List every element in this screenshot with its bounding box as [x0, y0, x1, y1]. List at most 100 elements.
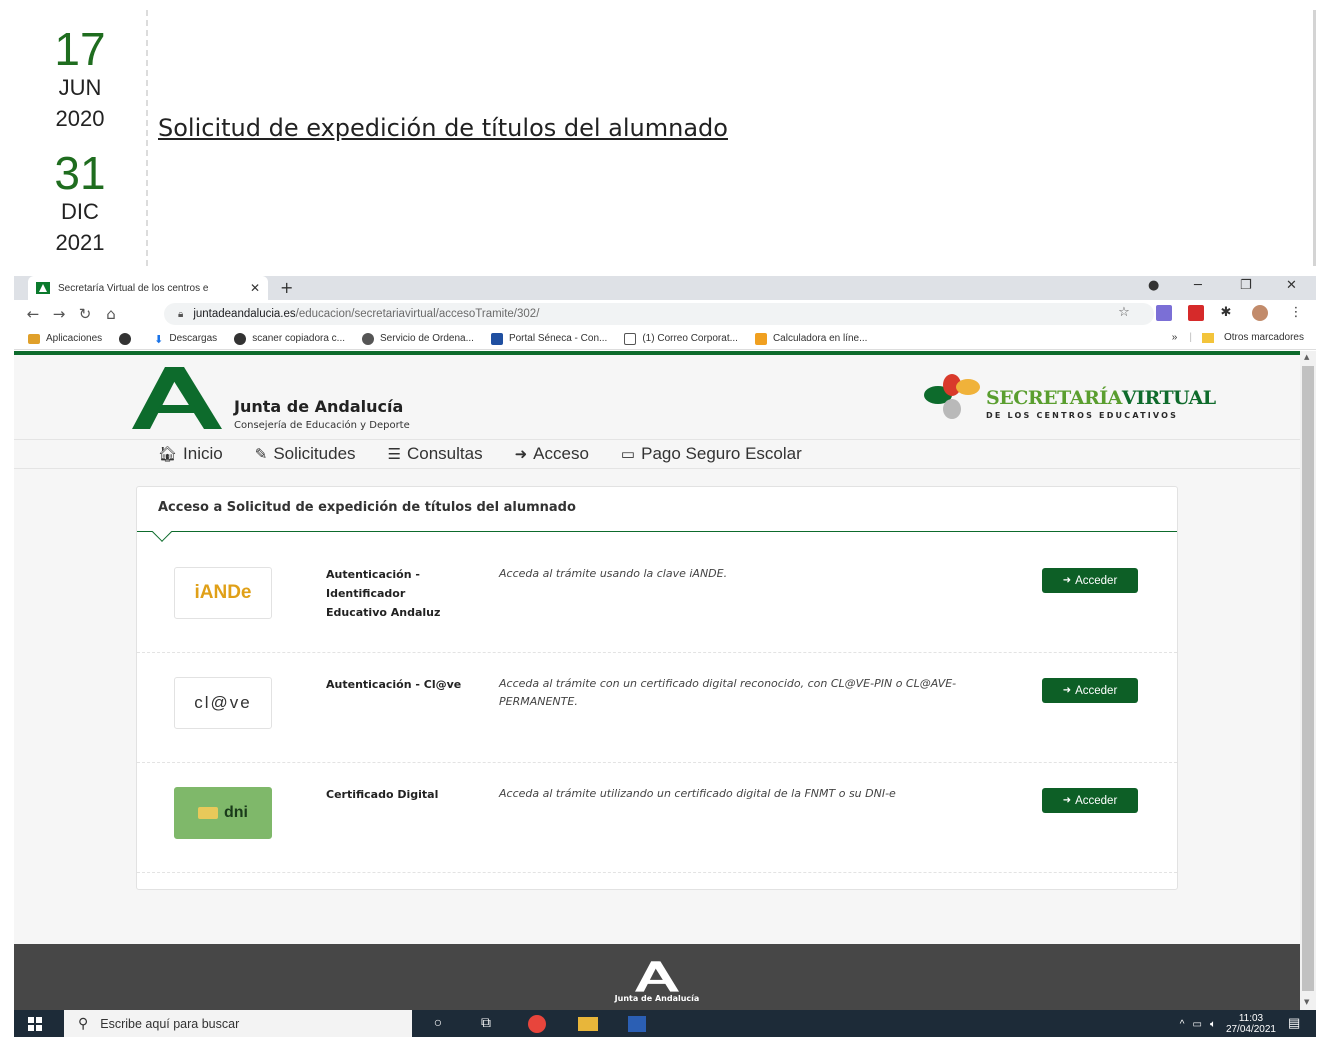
scroll-down-icon[interactable]: ▼ — [1304, 998, 1309, 1006]
nav-acceso[interactable]: ➜ Acceso — [515, 444, 589, 464]
sign-in-icon: ➜ — [1062, 575, 1072, 586]
junta-andalucia-logo-icon[interactable] — [132, 365, 222, 429]
method-name: Certificado Digital — [326, 788, 439, 801]
start-year: 2020 — [55, 106, 105, 131]
page-scrollbar[interactable]: ▲ ▼ — [1300, 351, 1316, 1010]
extension-icon[interactable] — [1156, 305, 1172, 321]
scroll-thumb[interactable] — [1302, 366, 1314, 991]
sign-in-icon: ➜ — [514, 446, 528, 463]
acceder-clave-button[interactable]: ➜ Acceder — [1042, 678, 1138, 703]
tab-close-icon[interactable]: ✕ — [250, 281, 260, 295]
bookmark-scaner[interactable]: scaner copiadora c... — [234, 332, 345, 345]
home-icon: 🏠︎ — [158, 446, 178, 463]
page-viewport: Junta de Andalucía Consejería de Educaci… — [14, 351, 1300, 1010]
start-day: 17 — [54, 23, 106, 75]
bookmarks-overflow[interactable]: » — [1172, 332, 1178, 343]
secretaria-virtual-logo-icon[interactable] — [922, 373, 988, 423]
new-tab-icon[interactable]: + — [280, 278, 293, 297]
chip-icon — [198, 807, 218, 819]
chrome-icon[interactable] — [528, 1015, 546, 1033]
clock[interactable]: 11:03 27/04/2021 — [1226, 1013, 1276, 1035]
windows-start-icon[interactable] — [28, 1017, 42, 1031]
other-bookmarks[interactable]: Otros marcadores — [1224, 332, 1304, 343]
reload-icon[interactable]: ↻ — [72, 305, 98, 323]
nav-inicio[interactable]: 🏠︎ Inicio — [158, 444, 223, 464]
back-icon[interactable]: ← — [20, 305, 46, 323]
taskbar-search[interactable]: ⚲ Escribe aquí para buscar — [64, 1010, 412, 1037]
start-date: 17 JUN 2020 — [40, 26, 120, 134]
restore-icon[interactable]: ❐ — [1240, 278, 1252, 293]
access-method-certificado: dni Certificado Digital Acceda al trámit… — [137, 763, 1177, 873]
junta-favicon-icon — [36, 282, 50, 294]
network-icon[interactable]: ▭ — [1192, 1019, 1201, 1030]
tray-chevron-icon[interactable]: ^ — [1180, 1019, 1185, 1030]
taskbar-search-placeholder: Escribe aquí para buscar — [100, 1016, 240, 1031]
sign-in-icon: ➜ — [1062, 685, 1072, 696]
acceder-iande-button[interactable]: ➜ Acceder — [1042, 568, 1138, 593]
calculator-icon — [754, 332, 767, 345]
menu-kebab-icon[interactable]: ⋮ — [1288, 305, 1304, 321]
globe-icon — [119, 332, 132, 345]
sv-title: SECRETARÍAVIRTUAL — [986, 387, 1216, 409]
nav-solicitudes[interactable]: ✎ Solicitudes — [255, 444, 356, 464]
end-date: 31 DIC 2021 — [40, 150, 120, 258]
date-divider — [146, 10, 148, 266]
bookmark-seneca[interactable]: Portal Séneca - Con... — [490, 332, 607, 345]
bookmark-calculadora[interactable]: Calculadora en líne... — [754, 332, 867, 345]
address-bar[interactable]: 🔒︎ juntadeandalucia.es/educacion/secreta… — [164, 303, 1154, 325]
windows-taskbar: ⚲ Escribe aquí para buscar ○ ⧉ ^ ▭ 🔈︎ 11… — [14, 1010, 1316, 1037]
acceder-certificado-button[interactable]: ➜ Acceder — [1042, 788, 1138, 813]
clave-logo-text: cl@ve — [194, 693, 252, 712]
bookmarks-right: » | Otros marcadores — [1172, 332, 1304, 343]
panel-caret — [152, 522, 172, 542]
browser-tab-bar: Secretaría Virtual de los centros e ✕ + … — [14, 276, 1316, 300]
clock-time: 11:03 — [1238, 1013, 1264, 1024]
end-month: DIC — [61, 199, 99, 224]
bookmark-star-icon[interactable]: ☆ — [1116, 305, 1132, 321]
panel-title: Acceso a Solicitud de expedición de títu… — [137, 487, 1177, 542]
bookmark-correo[interactable]: (1) Correo Corporat... — [624, 332, 738, 345]
access-method-iande: iANDe Autenticación - Identificador Educ… — [137, 543, 1177, 653]
forward-icon[interactable]: → — [46, 305, 72, 323]
pencil-icon: ✎ — [254, 446, 268, 463]
file-explorer-icon[interactable] — [578, 1017, 598, 1031]
profile-avatar[interactable] — [1252, 305, 1268, 321]
announcement-strip: 17 JUN 2020 31 DIC 2021 Solicitud de exp… — [10, 10, 1316, 266]
main-navigation: 🏠︎ Inicio ✎ Solicitudes ☰ Consultas ➜ Ac… — [14, 439, 1300, 469]
nav-consultas[interactable]: ☰ Consultas — [388, 444, 483, 464]
minimize-icon[interactable]: ─ — [1194, 278, 1202, 293]
bookmark-apps[interactable]: Aplicaciones — [28, 333, 102, 344]
notifications-icon[interactable]: ▤ — [1288, 1015, 1306, 1031]
close-window-icon[interactable]: ✕ — [1286, 278, 1297, 293]
cortana-icon[interactable]: ○ — [428, 1014, 448, 1034]
tab-title: Secretaría Virtual de los centros e — [58, 282, 209, 294]
end-year: 2021 — [55, 230, 105, 255]
bookmark-descargas[interactable]: ⬇ Descargas — [154, 333, 217, 346]
browser-tab[interactable]: Secretaría Virtual de los centros e ✕ — [28, 276, 268, 300]
puzzle-extensions-icon[interactable]: ✱ — [1218, 305, 1234, 321]
pdf-extension-icon[interactable] — [1188, 305, 1204, 321]
home-browser-icon[interactable]: ⌂ — [98, 305, 124, 323]
bookmarks-bar: Aplicaciones ⬇ Descargas scaner copiador… — [14, 328, 1316, 350]
method-name: Autenticación - Cl@ve — [326, 678, 462, 691]
bookmark-globe[interactable] — [119, 332, 137, 345]
word-icon[interactable] — [628, 1016, 646, 1032]
clock-date: 27/04/2021 — [1225, 1024, 1276, 1035]
method-description: Acceda al trámite usando la clave iANDE. — [499, 567, 728, 580]
org-subtitle: Consejería de Educación y Deporte — [234, 420, 410, 431]
task-view-icon[interactable]: ⧉ — [476, 1014, 496, 1034]
folder-icon — [1201, 332, 1214, 343]
start-month: JUN — [58, 75, 102, 100]
iande-logo-text: iANDe — [194, 582, 252, 603]
bookmark-servicio[interactable]: Servicio de Ordena... — [362, 332, 474, 345]
credit-card-icon: ▭ — [620, 446, 636, 463]
scroll-up-icon[interactable]: ▲ — [1304, 353, 1309, 361]
dni-logo-text: dni — [224, 804, 248, 821]
mail-icon — [624, 332, 637, 345]
nav-pago-seguro[interactable]: ▭ Pago Seguro Escolar — [621, 444, 802, 464]
announcement-link[interactable]: Solicitud de expedición de títulos del a… — [158, 114, 728, 142]
method-description: Acceda al trámite utilizando un certific… — [499, 787, 896, 800]
system-tray: ^ ▭ 🔈︎ 11:03 27/04/2021 — [1180, 1013, 1276, 1035]
volume-icon[interactable]: 🔈︎ — [1210, 1019, 1216, 1030]
profile-dropdown-icon[interactable]: ● — [1148, 278, 1159, 293]
